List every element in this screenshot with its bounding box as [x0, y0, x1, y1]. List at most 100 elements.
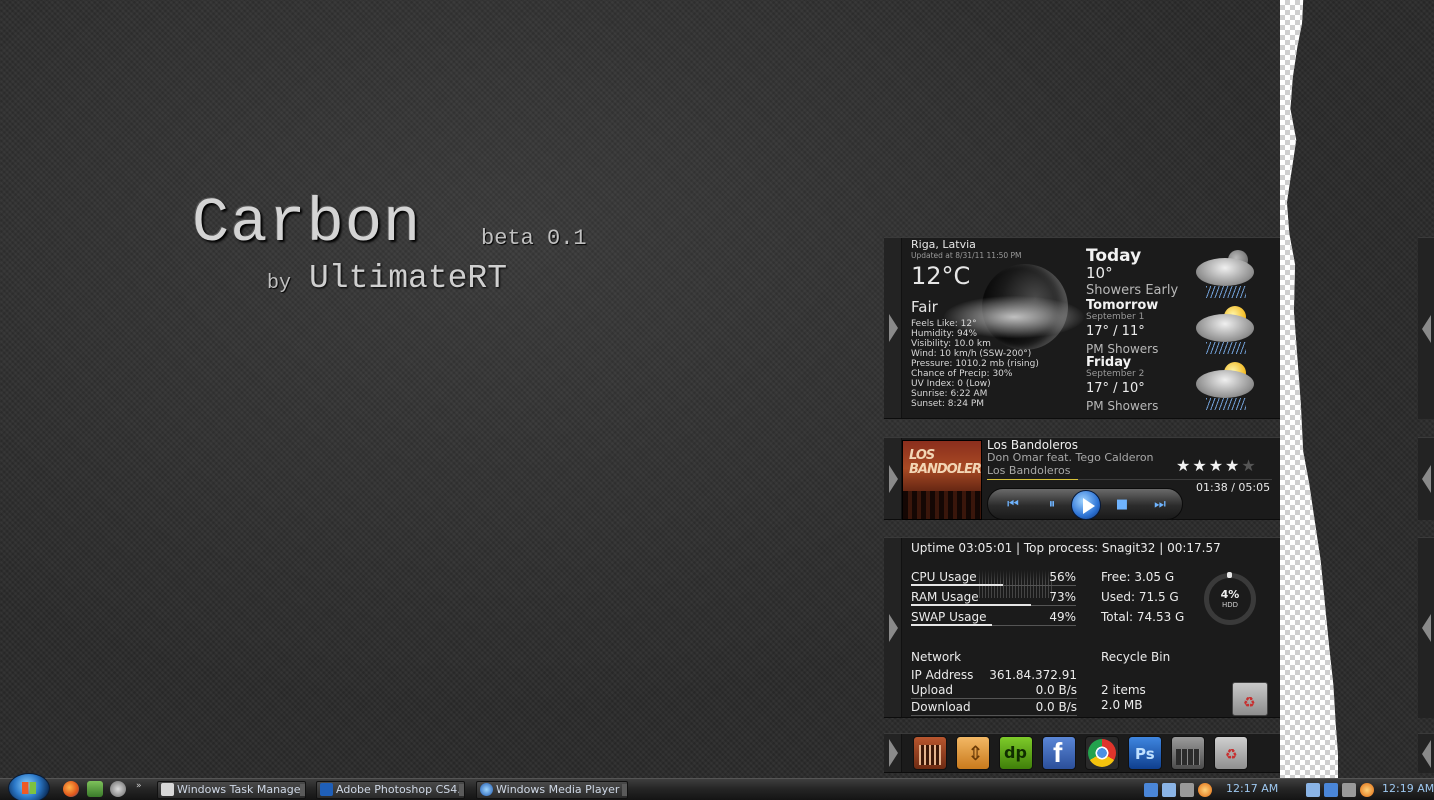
chrome-icon[interactable]: [1085, 736, 1119, 770]
calendar-icon[interactable]: [913, 736, 947, 770]
next-track-button[interactable]: ⏭: [1151, 497, 1169, 513]
swap-bar-fill: [911, 624, 992, 626]
system-monitor-widget: Uptime 03:05:01 | Top process: Snagit32 …: [884, 537, 1280, 718]
weather-detail: Pressure: 1010.2 mb (rising): [911, 359, 1039, 369]
rating-star-icon[interactable]: ★: [1176, 456, 1192, 475]
taskbar-button-label: Windows Media Player: [496, 783, 620, 796]
track-rating[interactable]: ★★★★★: [1176, 456, 1258, 475]
rating-star-icon[interactable]: ★: [1241, 456, 1257, 475]
forecast-temp: 17° / 11°: [1086, 324, 1145, 339]
system-tray: [1144, 782, 1216, 797]
media-player-icon: [480, 783, 493, 796]
folder-sync-icon[interactable]: [956, 736, 990, 770]
album-art-title: LOS BANDOLEROS: [909, 448, 981, 477]
firefox-icon[interactable]: [63, 781, 79, 797]
usb-icon[interactable]: [1342, 783, 1356, 797]
taskbar-clock-secondary[interactable]: 12:19 AM: [1382, 782, 1434, 795]
pause-button[interactable]: ⏸: [1043, 497, 1061, 513]
media-player-widget: LOS BANDOLEROS Los Bandoleros Don Omar f…: [884, 437, 1280, 520]
weather-current-temp: 12°C: [911, 262, 971, 290]
weather-expand-handle[interactable]: [1418, 237, 1434, 419]
weather-detail: Wind: 10 km/h (SSW-200°): [911, 349, 1032, 359]
calculator-icon[interactable]: [1171, 736, 1205, 770]
network-title: Network: [911, 650, 962, 664]
usb-icon[interactable]: [1180, 783, 1194, 797]
taskbar-button-media-player[interactable]: Windows Media Player: [476, 781, 628, 799]
chevron-left-icon: [1422, 465, 1431, 493]
logo-by: by: [267, 272, 292, 295]
disk-total: Total: 74.53 G: [1101, 610, 1185, 624]
start-button[interactable]: [8, 773, 50, 800]
rating-star-icon[interactable]: ★: [1209, 456, 1225, 475]
track-progress-bar[interactable]: [987, 479, 1272, 480]
hdd-label: HDD: [1221, 601, 1239, 609]
weather-detail: UV Index: 0 (Low): [911, 379, 991, 389]
recycle-bin-icon[interactable]: ♻: [1232, 682, 1268, 716]
forecast-desc: PM Showers: [1086, 342, 1159, 356]
update-icon[interactable]: [1360, 783, 1374, 797]
chevron-right-icon: [889, 464, 898, 493]
system-tray-secondary: [1306, 782, 1378, 797]
rating-star-icon[interactable]: ★: [1225, 456, 1241, 475]
weather-widget: Riga, Latvia Updated at 8/31/11 11:50 PM…: [884, 237, 1280, 419]
night-showers-icon: [1194, 248, 1260, 300]
track-artist: Don Omar feat. Tego Calderon: [987, 451, 1154, 464]
media-expand-handle[interactable]: [1418, 437, 1434, 520]
task-manager-icon: [161, 783, 174, 796]
forecast-date: September 1: [1086, 312, 1145, 322]
stop-button[interactable]: ■: [1113, 497, 1131, 513]
weather-condition: Fair: [911, 298, 938, 316]
chevron-right-icon: [889, 739, 898, 767]
system-collapse-handle[interactable]: [884, 538, 902, 717]
album-art: LOS BANDOLEROS: [902, 440, 982, 520]
media-center-icon[interactable]: [110, 781, 126, 797]
dock-expand-handle[interactable]: [1418, 733, 1434, 773]
rating-star-icon[interactable]: ★: [1192, 456, 1208, 475]
forecast-temp: 10°: [1086, 264, 1113, 282]
display-icon[interactable]: [1306, 783, 1320, 797]
hdd-percent: 4%: [1220, 588, 1240, 601]
weather-detail: Sunset: 8:24 PM: [911, 399, 985, 409]
network-icon[interactable]: [1144, 783, 1158, 797]
hdd-usage-gauge: 4% HDD: [1204, 572, 1256, 625]
photoshop-icon: [320, 783, 333, 796]
ip-label: IP Address: [911, 668, 974, 682]
display-icon[interactable]: [1162, 783, 1176, 797]
forecast-day: Tomorrow: [1086, 298, 1159, 313]
taskbar-button-photoshop[interactable]: Adobe Photoshop CS4...: [316, 781, 465, 799]
forecast-desc: PM Showers: [1086, 399, 1159, 413]
media-collapse-handle[interactable]: [884, 438, 902, 519]
digg-icon[interactable]: [999, 736, 1033, 770]
weather-updated: Updated at 8/31/11 11:50 PM: [911, 251, 1022, 260]
taskbar-button-label: Windows Task Manager: [177, 783, 306, 796]
network-icon[interactable]: [1324, 783, 1338, 797]
facebook-icon[interactable]: [1042, 736, 1076, 770]
track-time: 01:38 / 05:05: [1196, 481, 1271, 494]
dock-collapse-handle[interactable]: [884, 734, 902, 772]
logo-version: beta 0.1: [481, 226, 587, 251]
show-desktop-icon[interactable]: [87, 781, 103, 797]
ram-bar-fill: [911, 604, 1032, 606]
recycle-bin-icon[interactable]: [1214, 736, 1248, 770]
system-expand-handle[interactable]: [1418, 537, 1434, 718]
taskbar-clock[interactable]: 12:17 AM: [1226, 782, 1278, 795]
track-album: Los Bandoleros: [987, 464, 1071, 477]
forecast-desc: Showers Early: [1086, 283, 1179, 298]
track-progress-fill: [987, 479, 1079, 480]
update-icon[interactable]: [1198, 783, 1212, 797]
launcher-dock: [884, 733, 1280, 773]
previous-track-button[interactable]: ⏮: [1004, 497, 1022, 513]
weather-collapse-handle[interactable]: [884, 238, 902, 418]
windows-logo-icon: [22, 782, 36, 794]
taskbar: » Windows Task Manager Adobe Photoshop C…: [0, 773, 1434, 800]
chevron-left-icon: [1422, 314, 1431, 343]
upload-divider: [911, 698, 1077, 699]
quick-launch-more-icon[interactable]: »: [136, 781, 142, 791]
weather-detail: Feels Like: 12°: [911, 319, 977, 329]
cpu-label: CPU Usage: [911, 570, 977, 584]
photoshop-icon[interactable]: [1128, 736, 1162, 770]
download-value: 0.0 B/s: [1035, 700, 1077, 714]
play-button[interactable]: [1071, 490, 1101, 520]
taskbar-button-task-manager[interactable]: Windows Task Manager: [157, 781, 306, 799]
weather-details: Feels Like: 12° Humidity: 94% Visibility…: [911, 319, 1039, 409]
